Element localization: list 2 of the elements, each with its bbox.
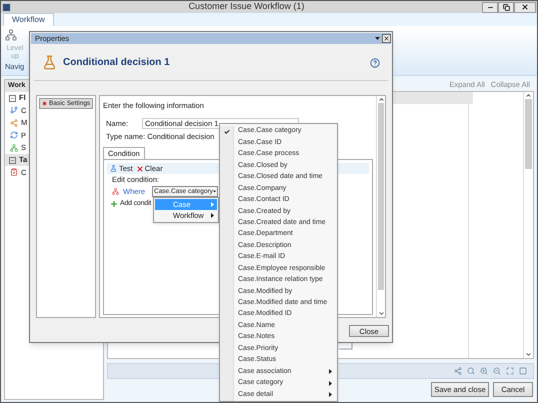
window-title: Customer Issue Workflow (1)	[188, 1, 306, 14]
dialog-heading: Conditional decision 1	[63, 56, 171, 70]
